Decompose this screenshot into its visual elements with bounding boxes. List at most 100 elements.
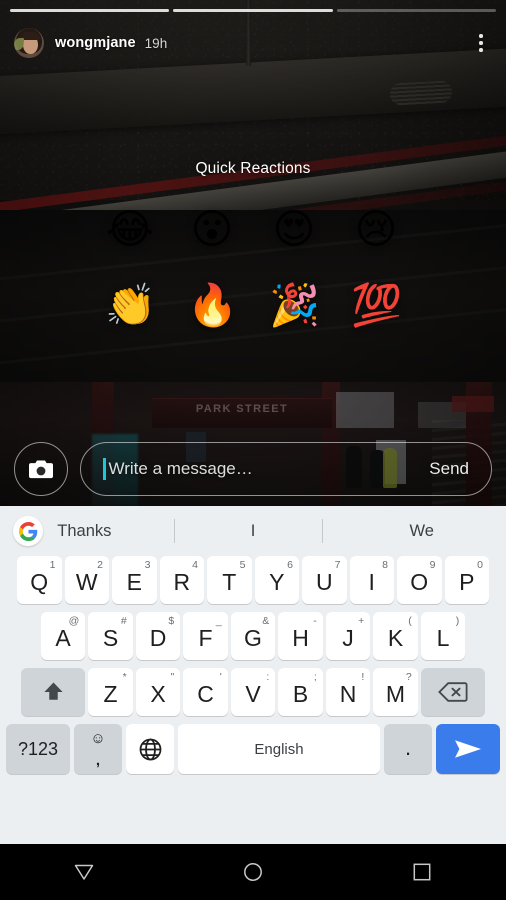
key-label: N bbox=[339, 681, 357, 707]
key-sup: 8 bbox=[382, 559, 388, 571]
keyboard-row-2: @ A # S $ D _ F & G -H + J (K ) L bbox=[0, 612, 506, 668]
suggestion-we[interactable]: We bbox=[337, 522, 506, 541]
emoji-hundred[interactable]: 💯 bbox=[351, 280, 402, 330]
emoji-comma-key[interactable]: ☺ , bbox=[74, 724, 122, 774]
virtual-keyboard: Thanks I We 1Q 2W 3E 4R 5T 6Y 7U 8I 9O 0… bbox=[0, 506, 506, 844]
key-c[interactable]: ' C bbox=[183, 668, 228, 716]
message-input[interactable]: Write a message… Send bbox=[80, 442, 492, 496]
key-sup: ( bbox=[408, 615, 412, 627]
send-button[interactable]: Send bbox=[429, 459, 469, 479]
key-sup: " bbox=[170, 671, 175, 683]
key-label: M bbox=[385, 681, 406, 707]
emoji-surprised[interactable]: 😮 bbox=[187, 204, 237, 254]
key-label: C bbox=[197, 681, 214, 707]
key-sup: : bbox=[266, 671, 270, 683]
key-p[interactable]: 0P bbox=[444, 556, 489, 604]
key-label: O bbox=[410, 569, 429, 595]
key-sup: + bbox=[358, 615, 365, 627]
key-sup: - bbox=[313, 615, 317, 627]
key-sup: 7 bbox=[334, 559, 341, 571]
home-circle-icon[interactable] bbox=[169, 844, 338, 900]
key-r[interactable]: 4R bbox=[159, 556, 204, 604]
emoji-heart-eyes[interactable]: 😍 bbox=[269, 204, 319, 254]
period-key[interactable]: . bbox=[384, 724, 432, 774]
keyboard-send-button[interactable] bbox=[436, 724, 500, 774]
recents-square-icon[interactable] bbox=[337, 844, 506, 900]
emoji-joy[interactable]: 😂 bbox=[105, 204, 155, 254]
key-sup: & bbox=[262, 615, 270, 627]
story-progress-segment[interactable] bbox=[10, 9, 170, 12]
key-sup: $ bbox=[168, 615, 175, 627]
story-progress-segment[interactable] bbox=[336, 9, 496, 12]
suggestion-i[interactable]: I bbox=[169, 522, 338, 541]
key-o[interactable]: 9O bbox=[397, 556, 442, 604]
key-k[interactable]: (K bbox=[373, 612, 418, 660]
emoji-party[interactable]: 🎉 bbox=[269, 280, 320, 330]
camera-icon[interactable] bbox=[14, 442, 68, 496]
emoji-clap[interactable]: 👏 bbox=[105, 280, 156, 330]
backspace-key[interactable] bbox=[420, 668, 485, 716]
emoji-fire[interactable]: 🔥 bbox=[187, 280, 238, 330]
key-a[interactable]: @ A bbox=[40, 612, 86, 660]
key-m[interactable]: ? M bbox=[373, 668, 418, 716]
key-sup: ' bbox=[219, 671, 222, 683]
key-l[interactable]: ) L bbox=[420, 612, 466, 660]
key-x[interactable]: " X bbox=[135, 668, 181, 716]
key-j[interactable]: + J bbox=[325, 612, 371, 660]
key-label: G bbox=[244, 625, 262, 651]
story-progress-segment[interactable] bbox=[173, 9, 333, 12]
suggestion-thanks[interactable]: Thanks bbox=[0, 522, 169, 541]
username-label[interactable]: wongmjane bbox=[55, 35, 136, 51]
key-sup: _ bbox=[215, 615, 222, 627]
key-sup: * bbox=[122, 671, 127, 683]
space-key-label: English bbox=[254, 740, 304, 758]
symbols-key[interactable]: ?123 bbox=[6, 724, 70, 774]
keyboard-row-1: 1Q 2W 3E 4R 5T 6Y 7U 8I 9O 0P bbox=[0, 556, 506, 612]
key-v[interactable]: :V bbox=[230, 668, 276, 716]
emoji-cry[interactable]: 😢 bbox=[351, 204, 401, 254]
key-z[interactable]: * Z bbox=[88, 668, 133, 716]
more-options-icon[interactable] bbox=[470, 29, 492, 57]
key-q[interactable]: 1Q bbox=[17, 556, 62, 604]
key-i[interactable]: 8I bbox=[349, 556, 394, 604]
key-w[interactable]: 2W bbox=[64, 556, 109, 604]
story-viewer[interactable]: PARK STREET wongmjane 19h Quick Reaction… bbox=[0, 0, 506, 506]
suggestion-divider bbox=[322, 519, 323, 543]
avatar[interactable] bbox=[14, 28, 44, 58]
key-sup: # bbox=[120, 615, 127, 627]
key-y[interactable]: 6Y bbox=[254, 556, 299, 604]
keyboard-row-3: * Z " X ' C :V ; B ! N ? M bbox=[0, 668, 506, 724]
key-sup: 2 bbox=[97, 559, 103, 571]
key-label: P bbox=[459, 569, 475, 595]
key-b[interactable]: ; B bbox=[278, 668, 323, 716]
key-label: V bbox=[245, 681, 261, 707]
key-s[interactable]: # S bbox=[88, 612, 133, 660]
key-sup: 6 bbox=[287, 559, 293, 571]
key-label: X bbox=[150, 681, 166, 707]
comma-label: , bbox=[95, 752, 101, 769]
key-f[interactable]: _ F bbox=[183, 612, 228, 660]
key-d[interactable]: $ D bbox=[135, 612, 181, 660]
key-e[interactable]: 3E bbox=[112, 556, 157, 604]
timestamp-label: 19h bbox=[144, 35, 168, 51]
period-key-label: . bbox=[404, 735, 412, 760]
key-n[interactable]: ! N bbox=[325, 668, 371, 716]
more-dot bbox=[479, 41, 483, 45]
key-label: S bbox=[102, 625, 119, 651]
key-t[interactable]: 5T bbox=[207, 556, 252, 604]
shift-key[interactable] bbox=[21, 668, 86, 716]
back-triangle-icon[interactable] bbox=[0, 844, 169, 900]
symbols-key-label: ?123 bbox=[17, 739, 59, 759]
key-sup: 1 bbox=[49, 559, 56, 571]
quick-reactions-title: Quick Reactions bbox=[195, 160, 311, 177]
key-label: Q bbox=[30, 569, 49, 595]
key-label: J bbox=[342, 625, 354, 651]
key-g[interactable]: & G bbox=[230, 612, 276, 660]
globe-icon[interactable] bbox=[126, 724, 174, 774]
key-u[interactable]: 7U bbox=[302, 556, 347, 604]
key-sup: 5 bbox=[239, 559, 246, 571]
space-key[interactable]: English bbox=[178, 724, 380, 774]
key-sup: 4 bbox=[192, 559, 198, 571]
key-sup: ? bbox=[405, 671, 412, 683]
key-h[interactable]: -H bbox=[278, 612, 323, 660]
